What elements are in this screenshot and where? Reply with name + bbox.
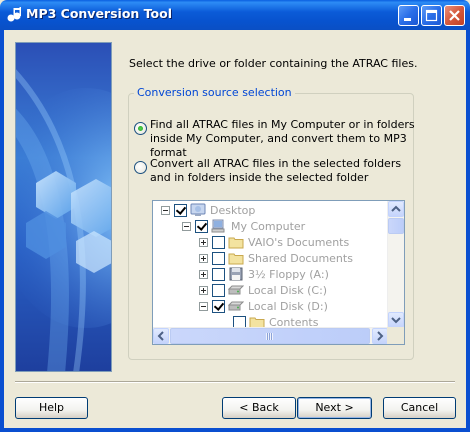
option-find-all-label: Find all ATRAC files in My Computer or i…	[150, 118, 415, 159]
wizard-banner-image	[15, 42, 112, 372]
horizontal-scrollbar[interactable]	[153, 327, 388, 344]
tree-item-label: Local Disk (D:)	[248, 299, 328, 313]
computer-icon	[211, 219, 225, 233]
tree-checkbox[interactable]	[212, 283, 225, 297]
scrollbar-corner	[387, 327, 404, 344]
next-button[interactable]: Next >	[297, 397, 372, 419]
scroll-down-button[interactable]	[388, 312, 404, 328]
expand-toggle[interactable]	[199, 237, 208, 247]
option-selected-folders[interactable]: Convert all ATRAC files in the selected …	[134, 157, 415, 185]
chevron-left-icon	[157, 331, 164, 341]
tree-item-floppy[interactable]: 3½ Floppy (A:)	[199, 266, 329, 282]
tree-item-local-disk-c[interactable]: Local Disk (C:)	[199, 282, 327, 298]
instruction-text: Select the drive or folder containing th…	[129, 57, 418, 70]
option-selected-folders-label: Convert all ATRAC files in the selected …	[150, 157, 402, 184]
collapse-toggle[interactable]	[199, 301, 208, 311]
scroll-up-button[interactable]	[388, 201, 404, 217]
tree-checkbox[interactable]	[195, 219, 208, 233]
desktop-icon	[190, 203, 206, 216]
tree-item-label: Local Disk (C:)	[248, 283, 328, 297]
chevron-down-icon	[391, 317, 401, 324]
expand-toggle[interactable]	[199, 253, 208, 263]
minimize-icon	[404, 18, 411, 21]
collapse-toggle[interactable]	[182, 221, 191, 231]
tree-item-local-disk-d[interactable]: Local Disk (D:)	[199, 298, 328, 314]
tree-item-shared-documents[interactable]: Shared Documents	[199, 250, 353, 266]
footer-separator	[15, 381, 455, 383]
folder-icon	[228, 237, 244, 249]
minimize-button[interactable]	[398, 5, 419, 26]
vertical-scrollbar[interactable]	[387, 201, 404, 328]
floppy-icon	[229, 267, 243, 281]
cancel-button[interactable]: Cancel	[383, 397, 456, 419]
window-frame-bottom	[0, 428, 470, 432]
tree-checkbox[interactable]	[212, 251, 225, 265]
help-button[interactable]: Help	[15, 397, 88, 419]
scroll-thumb[interactable]	[388, 218, 404, 234]
tree-checkbox[interactable]	[212, 299, 225, 313]
app-icon	[7, 7, 21, 22]
maximize-button[interactable]	[421, 5, 442, 26]
scroll-left-button[interactable]	[153, 328, 169, 344]
tree-checkbox[interactable]	[174, 203, 187, 217]
scroll-right-button[interactable]	[372, 328, 388, 344]
chevron-right-icon	[377, 331, 384, 341]
disk-icon	[228, 285, 244, 295]
window-title: MP3 Conversion Tool	[26, 6, 172, 21]
maximize-icon	[425, 9, 438, 22]
back-button[interactable]: < Back	[222, 397, 296, 419]
close-icon	[449, 10, 460, 21]
tree-item-my-computer[interactable]: My Computer	[182, 218, 305, 234]
expand-toggle[interactable]	[199, 269, 208, 279]
disk-icon	[228, 301, 244, 311]
scroll-thumb[interactable]	[170, 328, 370, 344]
tree-item-label: 3½ Floppy (A:)	[248, 267, 329, 281]
collapse-toggle[interactable]	[161, 205, 170, 215]
tree-item-label: Shared Documents	[248, 251, 353, 265]
grip-icon	[266, 333, 273, 340]
option-find-all[interactable]: Find all ATRAC files in My Computer or i…	[134, 118, 415, 160]
radio-selected-folders[interactable]	[134, 161, 147, 174]
tree-item-desktop[interactable]: Desktop	[161, 202, 255, 218]
tree-checkbox[interactable]	[212, 267, 225, 281]
close-button[interactable]	[444, 5, 465, 26]
chevron-up-icon	[391, 205, 401, 212]
folder-tree[interactable]: Desktop My Computer VAIO's Documents Sha…	[152, 200, 405, 345]
expand-toggle[interactable]	[199, 285, 208, 295]
title-bar[interactable]: MP3 Conversion Tool	[0, 0, 470, 30]
folder-icon	[228, 253, 244, 265]
radio-find-all[interactable]	[134, 122, 147, 135]
tree-item-vaio-documents[interactable]: VAIO's Documents	[199, 234, 349, 250]
tree-item-label: VAIO's Documents	[248, 235, 350, 249]
tree-item-label: Desktop	[210, 203, 256, 217]
group-title: Conversion source selection	[134, 86, 295, 99]
tree-item-label: My Computer	[231, 219, 306, 233]
tree-checkbox[interactable]	[212, 235, 225, 249]
window-frame-right	[466, 30, 470, 432]
window-frame-left	[0, 30, 4, 432]
